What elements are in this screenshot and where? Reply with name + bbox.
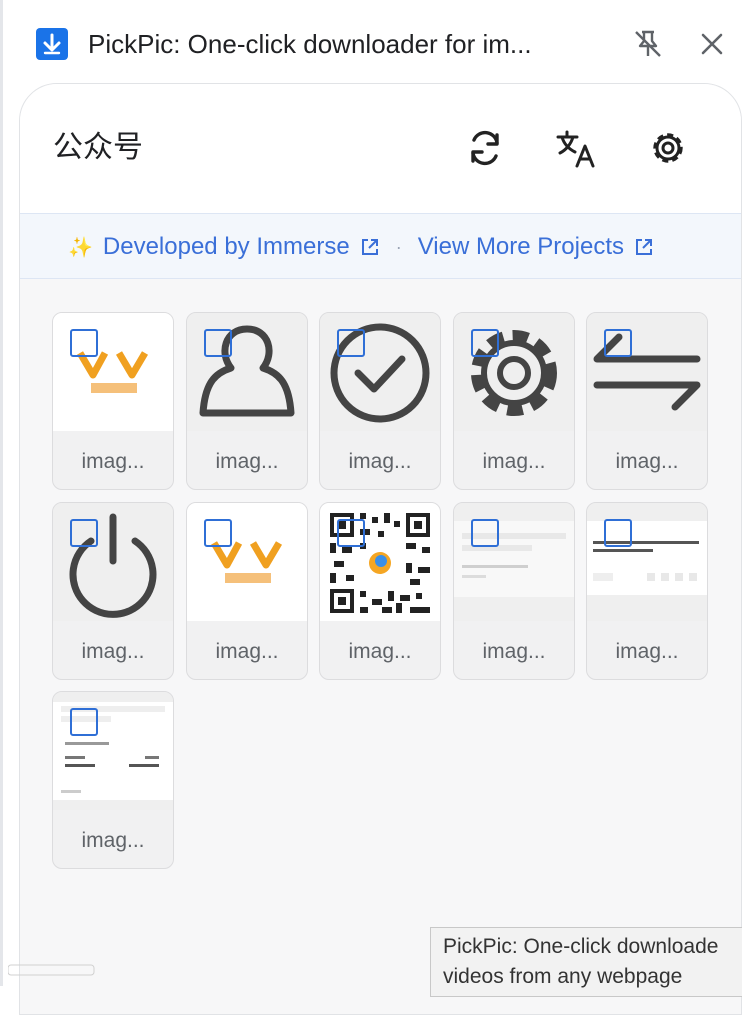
view-more-projects-link[interactable]: View More Projects (418, 233, 654, 261)
refresh-icon[interactable] (463, 126, 507, 170)
gear-icon[interactable] (646, 126, 690, 170)
select-checkbox[interactable] (70, 329, 98, 357)
image-caption: imag... (215, 640, 279, 663)
developed-by-label: Developed by Immerse (102, 233, 350, 260)
extension-tooltip: PickPic: One-click downloade videos from… (430, 927, 742, 997)
image-card[interactable]: imag... (52, 502, 174, 680)
image-caption: imag... (348, 450, 412, 473)
download-arrow-icon (36, 28, 68, 60)
sparkle-icon: ✨ (68, 236, 93, 259)
image-caption: imag... (482, 450, 546, 473)
developed-by-link[interactable]: Developed by Immerse (103, 233, 380, 261)
select-checkbox[interactable] (337, 329, 365, 357)
select-checkbox[interactable] (204, 329, 232, 357)
image-card[interactable]: imag... (586, 502, 708, 680)
extension-header: PickPic: One-click downloader for im... (0, 0, 742, 86)
separator-dot: · (395, 236, 402, 257)
view-more-label: View More Projects (417, 233, 624, 260)
select-checkbox[interactable] (204, 519, 232, 547)
promo-banner: ✨ Developed by Immerse · View More Proje… (20, 214, 741, 279)
image-caption: imag... (81, 829, 145, 852)
image-caption: imag... (81, 640, 145, 663)
close-icon[interactable] (694, 26, 730, 62)
image-caption: imag... (215, 450, 279, 473)
select-checkbox[interactable] (70, 708, 98, 736)
window-edge (0, 0, 3, 986)
tooltip-line-1: PickPic: One-click downloade (443, 935, 719, 958)
page-title: 公众号 (53, 131, 143, 164)
extension-title: PickPic: One-click downloader for im... (88, 29, 532, 59)
image-card[interactable]: imag... (319, 312, 441, 490)
select-checkbox[interactable] (471, 519, 499, 547)
external-link-icon (361, 239, 378, 255)
image-caption: imag... (348, 640, 412, 663)
image-card[interactable]: imag... (52, 691, 174, 869)
image-card[interactable]: imag... (586, 312, 708, 490)
image-card[interactable]: imag... (52, 312, 174, 490)
external-link-icon (635, 239, 652, 255)
image-card[interactable]: imag... (319, 502, 441, 680)
select-checkbox[interactable] (337, 519, 365, 547)
panel-header: 公众号 (20, 84, 741, 214)
unpin-icon[interactable] (630, 26, 666, 62)
image-caption: imag... (81, 450, 145, 473)
image-grid: imag... imag... imag... imag... imag... … (52, 312, 712, 872)
tooltip-line-2: videos from any webpage (443, 965, 683, 988)
image-card[interactable]: imag... (186, 502, 308, 680)
select-checkbox[interactable] (604, 519, 632, 547)
image-card[interactable]: imag... (453, 312, 575, 490)
select-checkbox[interactable] (604, 329, 632, 357)
image-card[interactable]: imag... (186, 312, 308, 490)
image-card[interactable]: imag... (453, 502, 575, 680)
watermark-logo (7, 962, 100, 981)
image-caption: imag... (615, 640, 679, 663)
image-caption: imag... (615, 450, 679, 473)
translate-icon[interactable] (555, 126, 599, 170)
select-checkbox[interactable] (471, 329, 499, 357)
select-checkbox[interactable] (70, 519, 98, 547)
image-caption: imag... (482, 640, 546, 663)
